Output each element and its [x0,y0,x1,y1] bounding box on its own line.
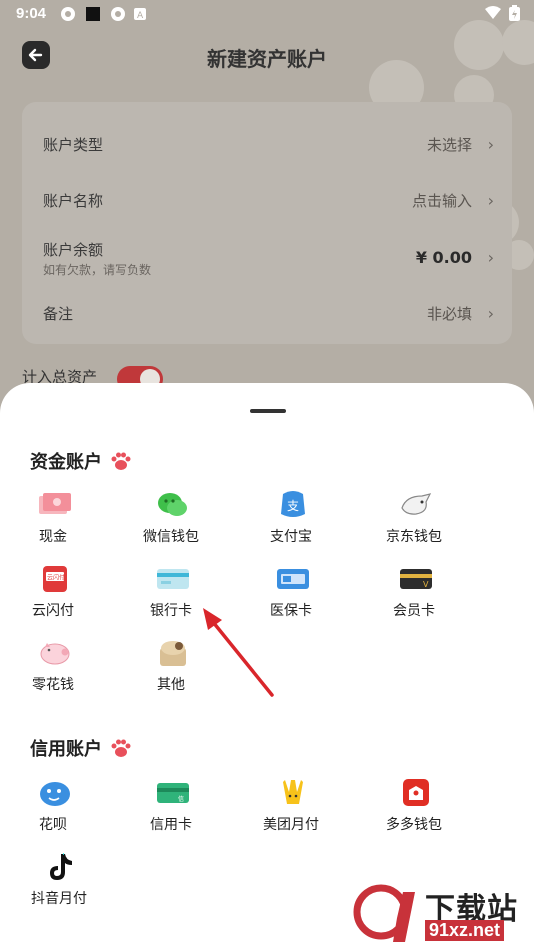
jd-icon [401,493,432,515]
chevron-right-icon: › [487,248,494,267]
pinduoduo-icon [403,779,429,806]
account-name-row[interactable]: 账户名称 点击输入 › [22,172,512,228]
cash-icon [39,493,71,514]
credit-card-icon: 信 [157,783,189,803]
item-other-label: 其他 [157,677,185,693]
status-time: 9:04 [16,5,47,22]
svg-text:A: A [137,11,144,20]
paw-icon [111,739,131,757]
item-credit-card[interactable]: 信 信用卡 [121,778,221,838]
account-balance-label: 账户余额 [43,241,104,259]
meituan-icon [283,780,303,804]
black-square-icon [86,7,100,21]
bank-card-icon [157,569,189,589]
item-huabei-label: 花呗 [39,817,67,833]
credit-title-text: 信用账户 [30,739,102,760]
item-wechat[interactable]: 微信钱包 [121,490,221,550]
item-alipay-label: 支付宝 [270,529,312,545]
item-pinduoduo[interactable]: 多多钱包 [364,778,464,838]
douyin-icon [50,853,72,880]
piggy-bank-icon [40,643,70,665]
item-huabei[interactable]: 花呗 [3,778,103,838]
item-douyin[interactable]: 抖音月付 [9,852,109,912]
item-credit-card-label: 信用卡 [150,817,192,833]
item-pinduoduo-label: 多多钱包 [386,817,442,833]
item-jd[interactable]: 京东钱包 [364,490,464,550]
item-pocket-money[interactable]: 零花钱 [3,638,103,698]
wifi-icon [485,6,501,19]
item-meituan[interactable]: 美团月付 [241,778,341,838]
chevron-right-icon: › [487,304,494,323]
svg-text:V: V [423,580,429,589]
member-card-icon: V [400,569,432,589]
note-value: 非必填 [426,305,472,323]
watermark-logo-icon [353,884,415,942]
item-jd-label: 京东钱包 [386,529,442,545]
wechat-icon [158,493,187,516]
account-name-value: 点击输入 [411,192,472,210]
font-notification-icon: A [134,8,146,20]
account-balance-hint: 如有欠款，请写负数 [43,263,152,277]
item-other[interactable]: 其他 [121,638,221,698]
item-member-card[interactable]: V 会员卡 [364,564,464,624]
item-douyin-label: 抖音月付 [31,891,87,907]
item-member-card-label: 会员卡 [393,603,435,619]
battery-icon [509,5,520,21]
chevron-right-icon: › [487,191,494,210]
item-medical-card[interactable]: 医保卡 [241,564,341,624]
item-cash-label: 现金 [39,529,67,545]
item-pocket-money-label: 零花钱 [32,677,74,693]
site-watermark: 下载站 91xz.net [353,884,528,946]
sheet-handle[interactable] [250,409,286,413]
app-notification-icon-2 [111,7,125,21]
svg-text:支: 支 [287,499,299,513]
account-type-row[interactable]: 账户类型 未选择 › [22,116,512,172]
item-wechat-label: 微信钱包 [143,529,199,545]
app-notification-icon [61,7,75,21]
item-bank-card-label: 银行卡 [150,603,192,619]
unionpay-icon: 云闪付 [43,566,67,592]
account-name-label: 账户名称 [43,192,104,210]
account-type-label: 账户类型 [43,136,104,154]
funds-title-text: 资金账户 [30,452,102,473]
note-label: 备注 [43,305,74,323]
item-unionpay-label: 云闪付 [32,603,74,619]
item-meituan-label: 美团月付 [263,817,319,833]
note-row[interactable]: 备注 非必填 › [22,285,512,341]
account-form: 账户类型 未选择 › 账户名称 点击输入 › 账户余额 如有欠款，请写负数 ¥ … [22,102,512,344]
item-alipay[interactable]: 支 支付宝 [241,490,341,550]
svg-text:信: 信 [178,795,184,803]
item-unionpay[interactable]: 云闪付 云闪付 [3,564,103,624]
credit-section-title: 信用账户 [30,735,132,761]
svg-text:云闪付: 云闪付 [47,574,65,582]
item-cash[interactable]: 现金 [3,490,103,550]
paw-icon [111,452,131,470]
alipay-icon: 支 [281,491,305,517]
account-type-sheet: 资金账户 现金 微信钱包 支 支付宝 京东钱包 云闪付 云闪付 银行卡 医保卡 … [0,383,534,950]
item-medical-card-label: 医保卡 [270,603,312,619]
account-balance-row[interactable]: 账户余额 如有欠款，请写负数 ¥ 0.00 › [22,221,512,277]
page-title: 新建资产账户 [207,47,327,71]
account-type-value: 未选择 [426,136,472,154]
top-bar: 新建资产账户 [0,34,534,74]
account-balance-value: ¥ 0.00 [415,248,472,267]
medical-card-icon [277,569,309,589]
other-icon [160,641,186,666]
watermark-url: 91xz.net [425,920,505,941]
huabei-icon [40,782,70,806]
item-bank-card[interactable]: 银行卡 [121,564,221,624]
funds-section-title: 资金账户 [30,448,132,474]
chevron-right-icon: › [487,135,494,154]
